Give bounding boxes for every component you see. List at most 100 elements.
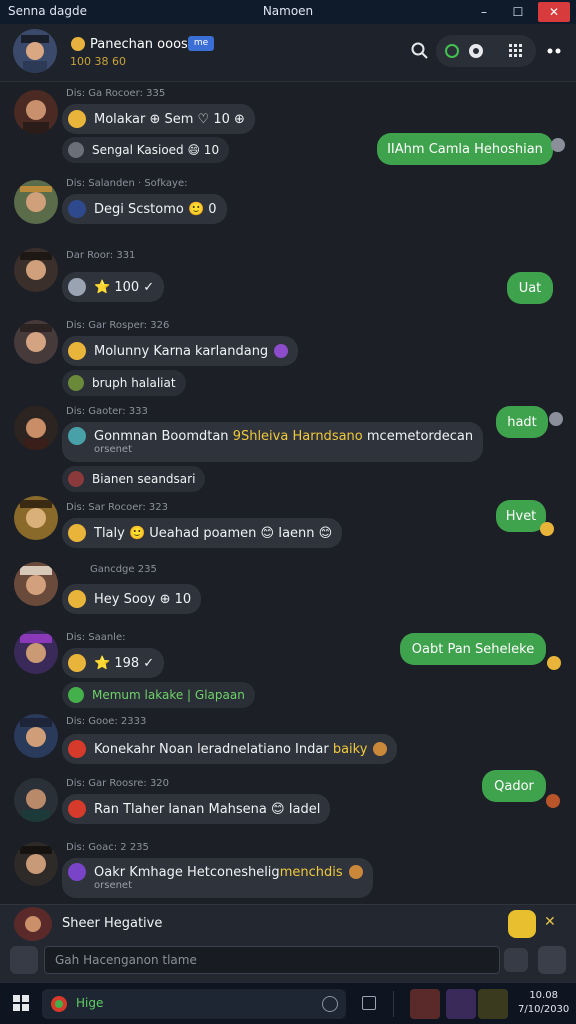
emoji-icon xyxy=(68,278,86,296)
clock-date: 7/10/2030 xyxy=(518,1004,570,1015)
emoji-icon xyxy=(274,344,289,358)
message-bubble[interactable]: bruph halaliat xyxy=(62,370,186,396)
message-bubble[interactable]: Sengal Kasioed 😄 10 xyxy=(62,137,230,163)
contact-avatar[interactable] xyxy=(13,29,57,73)
emoji-picker-icon[interactable] xyxy=(508,910,536,938)
taskbar: Hige 10.08 7/10/2030 xyxy=(0,982,576,1024)
sender-name: Dis: Sar Rocoer: 323 xyxy=(66,502,168,513)
chat-header: Panechan ooose me 100 38 60 xyxy=(0,24,576,82)
message-bubble[interactable]: Gonmnan Boomdtan 9Shleiva Harndsano mcem… xyxy=(62,422,484,462)
message-bubble[interactable]: Tlaly 🙂 Ueahad poamen 😊 Iaenn 😊 xyxy=(62,518,343,548)
message-bubble[interactable]: ⭐ 100 ✓ xyxy=(62,272,165,302)
message-bubble[interactable]: Bianen seandsari xyxy=(62,466,206,492)
message-text: Konekahr Noan leradnelatiano Indar baiky xyxy=(94,741,368,757)
message-group: Dis: Sar Rocoer: 323 Tlaly 🙂 Ueahad poam… xyxy=(0,494,576,554)
mic-icon[interactable] xyxy=(322,996,338,1012)
sender-name: Dis: Ga Rocoer: 335 xyxy=(66,88,166,99)
call-controls xyxy=(436,35,536,67)
message-subtext: orsenet xyxy=(94,880,133,891)
sender-name: Dis: Salanden · Sofkaye: xyxy=(66,178,188,189)
sender-avatar[interactable] xyxy=(14,496,58,540)
message-group: Dis: Gar Rosper: 326 Molunny Karna karla… xyxy=(0,314,576,398)
emoji-icon xyxy=(68,427,86,445)
task-view-icon[interactable] xyxy=(362,996,376,1010)
clock-time: 10.08 xyxy=(529,990,558,1001)
emoji-icon xyxy=(68,863,86,881)
message-subtext: orsenet xyxy=(94,444,133,455)
browser-logo-icon xyxy=(51,996,67,1012)
sender-avatar[interactable] xyxy=(14,248,58,292)
taskbar-search-label: Hige xyxy=(76,996,104,1010)
emoji-icon xyxy=(348,865,363,879)
message-bubble[interactable]: Memum lakake | Glapaan xyxy=(62,682,255,708)
sender-avatar[interactable] xyxy=(14,180,58,224)
maximize-button[interactable]: ☐ xyxy=(501,0,535,24)
message-text: IIAhm Camla Hehoshian xyxy=(387,141,543,157)
message-text: Degi Scstomo 🙂 0 xyxy=(94,201,217,217)
message-bubble[interactable]: Molakar ⊕ Sem ♡ 10 ⊕ xyxy=(62,104,255,134)
sender-avatar[interactable] xyxy=(14,406,58,450)
title-bar: Senna dagde Namoen – ☐ ✕ xyxy=(0,0,576,24)
outgoing-message[interactable]: Uat xyxy=(507,272,553,304)
reaction-icon xyxy=(551,138,565,152)
sender-name: Dis: Goac: 2 235 xyxy=(66,842,149,853)
message-bubble[interactable]: Ran Tlaher lanan Mahsena 😊 Iadel xyxy=(62,794,331,824)
emoji-icon xyxy=(68,524,86,542)
system-clock[interactable]: 10.08 7/10/2030 xyxy=(518,989,569,1017)
message-bubble[interactable]: Hey Sooy ⊕ 10 xyxy=(62,584,202,614)
emoji-icon xyxy=(68,110,86,128)
message-text: Hey Sooy ⊕ 10 xyxy=(94,591,192,607)
message-text: ⭐ 198 ✓ xyxy=(94,655,155,671)
message-text: Uat xyxy=(518,280,542,296)
message-text: Sengal Kasioed 😄 10 xyxy=(92,143,220,157)
video-icon[interactable] xyxy=(468,43,484,59)
sender-avatar[interactable] xyxy=(14,714,58,758)
contact-emoji-icon xyxy=(71,37,85,51)
emoji-icon xyxy=(68,375,84,391)
sender-avatar[interactable] xyxy=(14,778,58,822)
taskbar-app-icon[interactable] xyxy=(446,989,476,1019)
emoji-icon xyxy=(68,342,86,360)
sender-avatar[interactable] xyxy=(14,562,58,606)
sender-avatar[interactable] xyxy=(14,630,58,674)
minimize-button[interactable]: – xyxy=(467,0,501,24)
sender-name: Dar Roor: 331 xyxy=(66,250,136,261)
message-group: Dis: Gar Roosre: 320 Ran Tlaher lanan Ma… xyxy=(0,774,576,834)
phone-icon[interactable] xyxy=(444,43,460,59)
windows-start-icon[interactable] xyxy=(13,995,29,1011)
sender-avatar[interactable] xyxy=(14,90,58,134)
message-bubble[interactable]: Degi Scstomo 🙂 0 xyxy=(62,194,227,224)
contact-name[interactable]: Panechan ooose xyxy=(90,37,196,52)
sender-avatar[interactable] xyxy=(14,320,58,364)
message-bubble[interactable]: Molunny Karna karlandang xyxy=(62,336,299,366)
message-bubble[interactable]: ⭐ 198 ✓ xyxy=(62,648,165,678)
taskbar-app-icon[interactable] xyxy=(410,989,440,1019)
attach-icon[interactable] xyxy=(10,946,38,974)
message-text: Molunny Karna karlandang xyxy=(94,343,269,359)
sender-avatar[interactable] xyxy=(14,842,58,886)
sticker-icon[interactable] xyxy=(504,948,528,972)
sender-name: Dis: Gar Roosre: 320 xyxy=(66,778,170,789)
message-group: Dis: Goac: 2 235 Oakr Kmhage Hetconeshel… xyxy=(0,838,576,904)
send-icon[interactable] xyxy=(538,946,566,974)
message-bubble[interactable]: Oakr Kmhage Hetconesheligmenchdis orsene… xyxy=(62,858,373,898)
message-text: Memum lakake | Glapaan xyxy=(92,688,245,702)
composer: Sheer Hegative ✕ xyxy=(0,904,576,982)
message-bubble[interactable]: Konekahr Noan leradnelatiano Indar baiky xyxy=(62,734,398,764)
message-text: Gonmnan Boomdtan 9Shleiva Harndsano mcem… xyxy=(94,428,474,444)
taskbar-search[interactable]: Hige xyxy=(42,989,346,1019)
hat-icon xyxy=(68,142,84,158)
close-reply-icon[interactable]: ✕ xyxy=(544,914,556,930)
search-icon[interactable] xyxy=(410,41,430,61)
more-options-icon[interactable] xyxy=(544,41,564,61)
message-group: Gancdge 235 Hey Sooy ⊕ 10 xyxy=(0,558,576,618)
close-button[interactable]: ✕ xyxy=(538,2,570,22)
sender-name: Dis: Gar Rosper: 326 xyxy=(66,320,170,331)
message-text: bruph halaliat xyxy=(92,376,176,390)
message-list[interactable]: Dis: Ga Rocoer: 335 Molakar ⊕ Sem ♡ 10 ⊕… xyxy=(0,82,576,904)
grid-icon[interactable] xyxy=(508,43,524,59)
outgoing-message[interactable]: IIAhm Camla Hehoshian xyxy=(377,133,553,165)
taskbar-app-icon[interactable] xyxy=(478,989,508,1019)
message-input[interactable] xyxy=(44,946,500,974)
emoji-icon xyxy=(68,687,84,703)
